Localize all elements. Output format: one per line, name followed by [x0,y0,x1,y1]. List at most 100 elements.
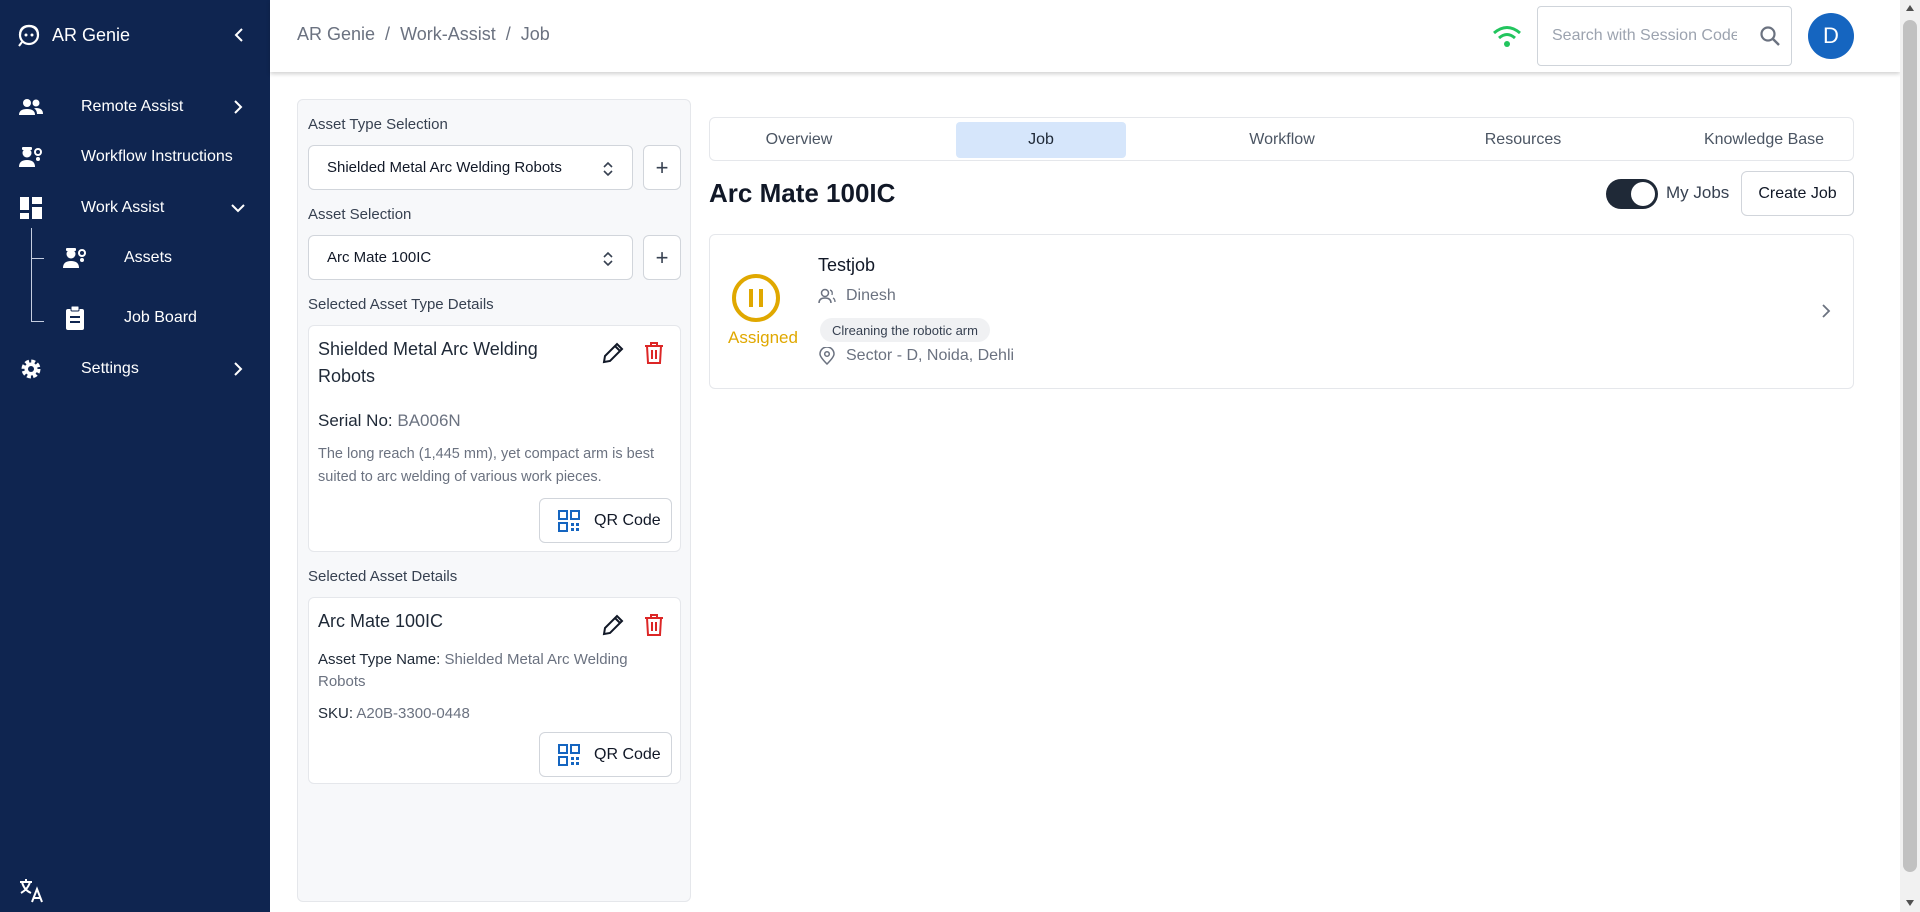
location-text: Sector - D, Noida, Dehli [846,347,1015,364]
scroll-up-icon[interactable] [1906,5,1914,11]
asset-type-selection-label: Asset Type Selection [308,116,448,133]
qr-code-icon [558,743,580,766]
pause-circle-icon [732,274,780,322]
sidebar-item-assets[interactable]: Assets [0,238,270,278]
page-scrollbar[interactable] [1900,0,1920,912]
sidebar-item-settings[interactable]: Settings [0,349,270,389]
chevron-right-icon [234,100,243,114]
add-asset-type-button[interactable]: + [643,145,681,190]
asset-type-card: Shielded Metal Arc Welding Robots Serial… [308,325,681,552]
updown-chevron-icon [603,251,613,267]
asset-type-select[interactable]: Shielded Metal Arc Welding Robots [308,145,633,190]
asset-select[interactable]: Arc Mate 100IC [308,235,633,280]
my-jobs-toggle[interactable] [1606,179,1658,209]
wifi-icon [1493,26,1521,47]
chevron-right-icon [234,362,243,376]
dashboard-icon [18,195,44,221]
breadcrumb-separator: / [505,24,511,44]
session-search [1537,6,1792,66]
serial-value: BA006N [397,411,461,430]
brand[interactable]: AR Genie [16,20,130,50]
job-assignee: Dinesh [818,287,896,305]
my-jobs-label: My Jobs [1666,183,1730,202]
serial-label: Serial No: [318,411,393,430]
sidebar-item-label: Job Board [124,309,197,326]
sku-label: SKU: [318,705,354,722]
top-header: AR Genie / Work-Assist / Job D [270,0,1900,72]
assignee-name: Dinesh [846,287,896,304]
tab-overview[interactable]: Overview [714,122,884,158]
sidebar-item-label: Settings [81,360,139,377]
scrollbar-thumb[interactable] [1903,20,1917,872]
qr-code-icon [558,509,580,532]
status-badge: Assigned [728,328,798,347]
edit-icon[interactable] [600,612,626,638]
asset-panel: Asset Type Selection Shielded Metal Arc … [297,99,691,902]
tab-resources[interactable]: Resources [1438,122,1608,158]
qr-code-button[interactable]: QR Code [539,732,672,777]
toggle-knob [1631,182,1655,206]
people-icon [18,94,44,120]
ar-genie-logo-icon [18,24,40,47]
breadcrumb-item[interactable]: Work-Assist [400,24,496,45]
edit-icon[interactable] [600,340,626,366]
sidebar: AR Genie Remote Assist Workflow Instruct… [0,0,270,912]
page-title: Arc Mate 100IC [709,178,896,208]
brand-name: AR Genie [52,24,131,45]
job-title: Testjob [818,255,876,275]
asset-sku: SKU: A20B-3300-0448 [318,705,470,722]
delete-icon[interactable] [642,340,666,366]
breadcrumb: AR Genie / Work-Assist / Job [297,24,550,45]
asset-card: Arc Mate 100IC Asset Type Name: Shielded… [308,597,681,784]
asset-type-name: Asset Type Name: Shielded Metal Arc Weld… [318,649,658,693]
breadcrumb-separator: / [385,24,391,44]
asset-type-name-label: Asset Type Name: [318,651,441,668]
clipboard-icon [62,305,88,331]
translate-icon[interactable] [18,876,46,904]
job-tag: Clreaning the robotic arm [820,318,990,342]
job-location: Sector - D, Noida, Dehli [818,347,1014,365]
asset-card-title: Arc Mate 100IC [318,611,444,631]
asset-selection-label: Asset Selection [308,206,412,223]
updown-chevron-icon [603,161,613,177]
sidebar-item-workflow-instructions[interactable]: Workflow Instructions [0,137,270,177]
asset-select-value: Arc Mate 100IC [327,249,432,266]
search-icon[interactable] [1758,24,1782,48]
breadcrumb-item[interactable]: AR Genie [297,24,375,45]
tab-workflow[interactable]: Workflow [1197,122,1367,158]
sidebar-item-remote-assist[interactable]: Remote Assist [0,87,270,127]
sku-value: A20B-3300-0448 [356,705,470,722]
chevron-right-icon[interactable] [1816,301,1836,321]
collapse-sidebar-icon[interactable] [228,24,250,46]
search-input[interactable] [1552,27,1737,45]
gear-icon [18,356,44,382]
tab-bar: Overview Job Workflow Resources Knowledg… [709,117,1854,161]
add-asset-button[interactable]: + [643,235,681,280]
qr-code-button[interactable]: QR Code [539,498,672,543]
tab-knowledge-base[interactable]: Knowledge Base [1679,122,1849,158]
sidebar-item-label: Workflow Instructions [81,148,233,165]
serial-number: Serial No: BA006N [318,411,461,431]
asset-type-details-label: Selected Asset Type Details [308,296,494,313]
asset-type-description: The long reach (1,445 mm), yet compact a… [318,446,655,485]
scroll-down-icon[interactable] [1906,900,1914,906]
asset-details-label: Selected Asset Details [308,568,458,585]
sidebar-item-job-board[interactable]: Job Board [0,298,270,338]
location-pin-icon [819,347,835,365]
chevron-down-icon [231,204,245,213]
delete-icon[interactable] [642,612,666,638]
asset-type-select-value: Shielded Metal Arc Welding Robots [327,159,562,176]
create-job-button[interactable]: Create Job [1741,171,1854,216]
engineer-icon [18,144,44,170]
job-card[interactable]: Assigned Testjob Dinesh Clreaning the ro… [709,234,1854,389]
avatar[interactable]: D [1808,13,1854,59]
breadcrumb-current: Job [520,24,550,44]
engineer-icon [62,245,88,271]
tab-job[interactable]: Job [956,122,1126,158]
qr-code-label: QR Code [594,745,661,763]
sidebar-item-work-assist[interactable]: Work Assist [0,188,270,228]
qr-code-label: QR Code [594,511,661,529]
sidebar-item-label: Assets [124,249,173,266]
sidebar-item-label: Work Assist [81,199,165,216]
user-icon [818,288,836,304]
